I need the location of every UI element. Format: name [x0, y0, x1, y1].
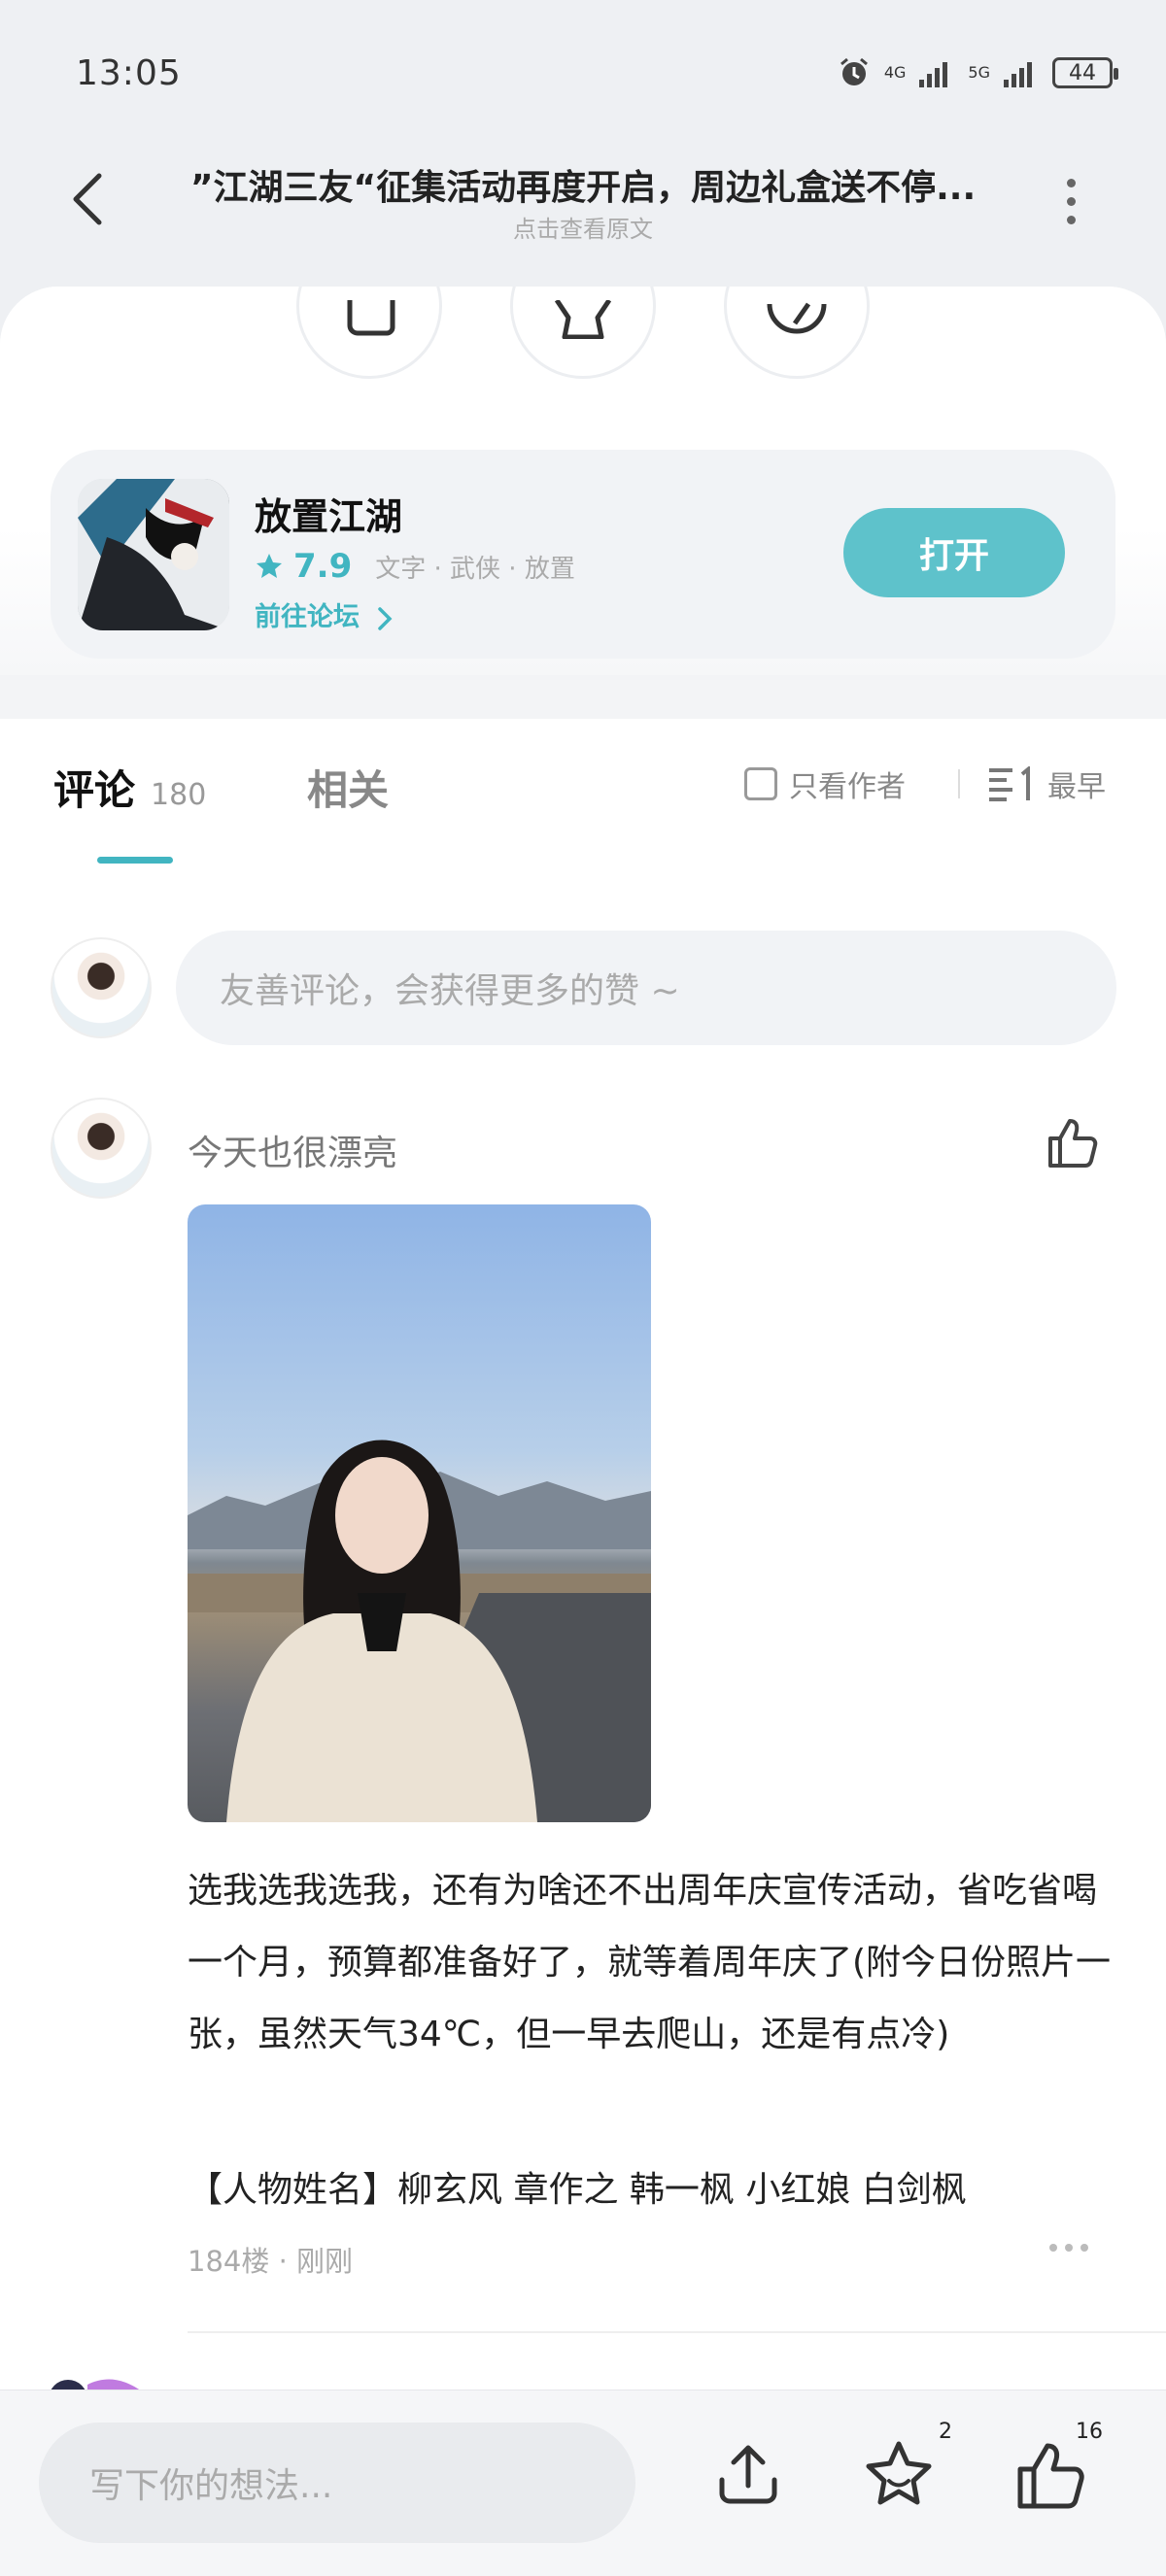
status-bar: 13:05 4G 5G 44 [0, 0, 1166, 146]
more-button[interactable] [1051, 167, 1090, 235]
tab-comments-count: 180 [151, 778, 207, 812]
back-icon [73, 173, 102, 225]
bottom-bar: 写下你的想法... 2 16 [0, 2390, 1166, 2576]
share-icon [767, 302, 827, 334]
comment-text: 选我选我选我，还有为啥还不出周年庆宣传活动，省吃省喝一个月，预算都准备好了，就等… [188, 1871, 1112, 2054]
favorite-count: 2 [939, 2420, 952, 2444]
app-tags: 文字 · 武侠 · 放置 [375, 554, 575, 584]
star-icon [554, 300, 612, 339]
sort-label: 最早 [1047, 770, 1106, 804]
signal-icon [1004, 62, 1032, 87]
like-post-button[interactable] [296, 287, 442, 379]
forum-link-label: 前往论坛 [255, 602, 360, 632]
comment-tabs: 评论 180 相关 只看作者 最早 [0, 719, 1166, 864]
author-only-toggle[interactable]: 只看作者 [744, 763, 906, 805]
battery-level: 44 [1069, 60, 1096, 85]
thumbs-up-icon [1048, 1119, 1098, 1168]
comment-composer: 友善评论，会获得更多的赞 ~ [51, 931, 1116, 1045]
app-card[interactable]: 放置江湖 7.9 文字 · 武侠 · 放置 前往论坛 打开 [51, 450, 1115, 659]
status-time: 13:05 [76, 52, 182, 93]
star-icon [257, 554, 282, 578]
thumbs-up-icon [1017, 2443, 1084, 2509]
comment-more-button[interactable] [1049, 2244, 1088, 2252]
open-app-button[interactable]: 打开 [843, 508, 1065, 597]
app-rating: 7.9 [293, 547, 353, 586]
comment-input[interactable]: 友善评论，会获得更多的赞 ~ [176, 931, 1116, 1045]
thumbs-up-icon [347, 300, 395, 336]
author-only-label: 只看作者 [789, 770, 906, 804]
sort-icon [989, 766, 1030, 801]
app-name: 放置江湖 [255, 495, 403, 538]
battery-icon: 44 [1052, 57, 1118, 88]
alarm-icon [840, 57, 868, 85]
app-icon [78, 479, 229, 630]
comment-floor-time: 184楼 · 刚刚 [188, 2245, 354, 2278]
tab-comments-label: 评论 [53, 766, 136, 814]
app-meta: 7.9 文字 · 武侠 · 放置 [255, 547, 575, 586]
star-icon [866, 2441, 932, 2505]
comment-divider [188, 2331, 1166, 2333]
comment-photo[interactable] [188, 1204, 651, 1822]
share-icon [719, 2445, 777, 2504]
status-icons: 4G 5G 44 [838, 56, 1118, 89]
comment-tags: 【人物姓名】柳玄风 章作之 韩一枫 小红娘 白剑枫 [188, 2170, 967, 2210]
favorite-button[interactable]: 2 [855, 2420, 952, 2519]
share-button[interactable] [704, 2431, 792, 2519]
network-label-2: 5G [968, 63, 990, 82]
content-sheet: 放置江湖 7.9 文字 · 武侠 · 放置 前往论坛 打开 评论 180 相关 … [0, 287, 1166, 2576]
favorite-post-button[interactable] [510, 287, 656, 379]
view-original-link[interactable]: 点击查看原文 [155, 210, 1011, 244]
tabs-divider [958, 769, 960, 798]
tab-related[interactable]: 相关 [307, 758, 389, 817]
author-only-checkbox[interactable] [744, 767, 777, 800]
tab-comments[interactable]: 评论 180 [53, 758, 206, 817]
active-tab-indicator [97, 857, 173, 864]
signal-icon [919, 62, 948, 87]
like-button[interactable]: 16 [1006, 2420, 1103, 2519]
sort-button[interactable]: 最早 [987, 763, 1106, 805]
avatar[interactable] [51, 937, 152, 1038]
avatar[interactable] [51, 1098, 152, 1199]
page-title[interactable]: ”江湖三友“征集活动再度开启，周边礼盒送不停... [155, 159, 1011, 210]
top-bar: ”江湖三友“征集活动再度开启，周边礼盒送不停... 点击查看原文 [0, 146, 1166, 262]
chevron-right-icon [378, 606, 393, 630]
share-post-button[interactable] [724, 287, 870, 379]
forum-link[interactable]: 前往论坛 [255, 595, 395, 633]
section-gap [0, 675, 1166, 719]
more-icon [1066, 178, 1076, 187]
post-actions [0, 287, 1166, 379]
thought-input[interactable]: 写下你的想法... [39, 2423, 635, 2543]
more-icon [1049, 2244, 1057, 2252]
back-button[interactable] [53, 165, 121, 233]
like-count: 16 [1076, 2420, 1103, 2444]
comment-like-button[interactable] [1045, 1115, 1099, 1173]
comment-author[interactable]: 今天也很漂亮 [188, 1125, 397, 1175]
network-label-1: 4G [883, 63, 907, 82]
